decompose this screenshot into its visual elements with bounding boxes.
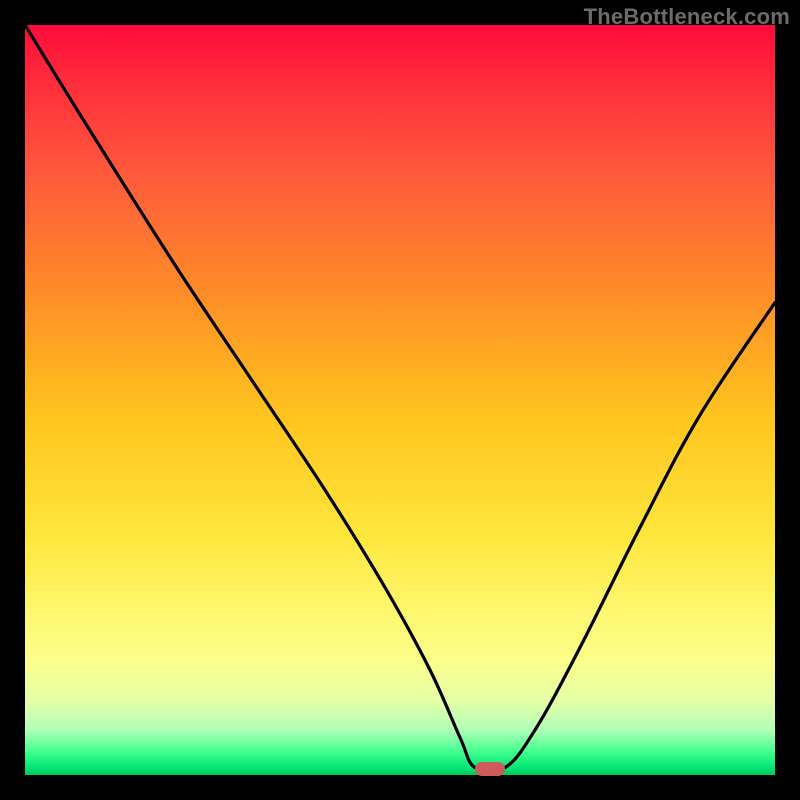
chart-container: TheBottleneck.com [0, 0, 800, 800]
optimal-marker [475, 762, 505, 776]
plot-area [25, 25, 775, 775]
bottleneck-curve [25, 25, 775, 775]
watermark-label: TheBottleneck.com [584, 4, 790, 30]
